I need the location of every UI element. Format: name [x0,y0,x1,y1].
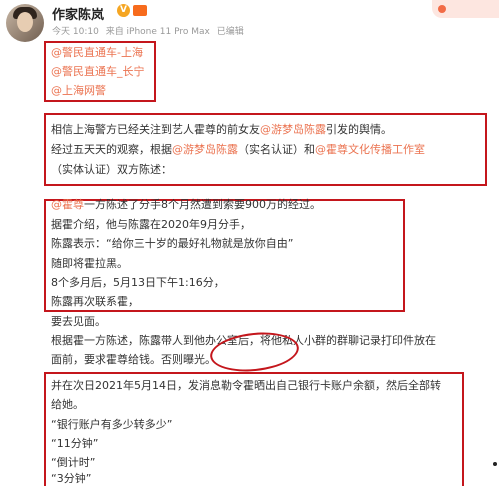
statement-line-4: 随即将霍拉黑。 [51,257,128,270]
demand-line-1: 并在次日2021年5月14日，发消息勒令霍晒出自己银行卡账户余额，然后全部转 [51,379,441,392]
level-badge-icon [133,5,147,16]
demand-line-3: “银行账户有多少转多少” [51,418,173,431]
verified-badge-icon: V [117,4,130,17]
demand-line-6: “3分钟” [51,472,92,485]
demand-line-5: “倒计时” [51,456,96,469]
intro-line-2: 经过五天天的观察，根据@游梦岛陈露（实名认证）和@霍尊文化传播工作室 [51,142,425,157]
statement-line-9: 面前，要求霍尊给钱。否则曝光。 [51,353,216,366]
intro-text-3: （实名认证）和 [238,143,315,156]
intro-line-1: 相信上海警方已经关注到艺人霍尊的前女友@游梦岛陈露引发的舆情。 [51,122,392,137]
statement-line-1: @霍尊一方陈述了分手8个月然遭到索要900万的经过。 [51,197,321,212]
demand-line-2: 给她。 [51,398,84,411]
post-meta: 今天 10:10 来自 iPhone 11 Pro Max 已编辑 [52,24,248,37]
intro-text-2: 经过五天天的观察，根据 [51,143,172,156]
intro-text: 相信上海警方已经关注到艺人霍尊的前女友 [51,123,260,136]
intro-line-3: （实体认证）双方陈述： [51,163,172,176]
mention-link-1[interactable]: @警民直通车-上海 [51,45,143,60]
statement-line-2: 据霍介绍，他与陈露在2020年9月分手， [51,218,251,231]
username[interactable]: 作家陈岚 [52,4,104,23]
edited-label[interactable]: 已编辑 [217,27,244,37]
statement-text: 一方陈述了分手8个月然遭到索要900万的经过。 [84,198,321,211]
scroll-indicator [493,462,497,466]
mention-huozun-studio[interactable]: @霍尊文化传播工作室 [315,143,425,156]
mention-link-2[interactable]: @警民直通车_长宁 [51,64,145,79]
avatar-face [17,12,33,32]
post-source: 来自 iPhone 11 Pro Max [105,27,210,37]
demand-line-4: “11分钟” [51,437,99,450]
statement-line-6: 陈露再次联系霍， [51,295,139,308]
avatar[interactable] [6,4,44,42]
mention-chenlu[interactable]: @游梦岛陈露 [260,123,326,136]
post-time: 今天 10:10 [52,27,99,37]
statement-line-3: 陈露表示：“给你三十岁的最好礼物就是放你自由” [51,237,294,250]
mention-huozun[interactable]: @霍尊 [51,198,84,211]
intro-text-end: 引发的舆情。 [326,123,392,136]
follow-button[interactable] [432,0,499,18]
mention-chenlu-2[interactable]: @游梦岛陈露 [172,143,238,156]
statement-line-5: 8个多月后，5月13日下午1:16分， [51,276,225,289]
mention-link-3[interactable]: @上海网警 [51,83,106,98]
follow-icon [438,5,446,13]
statement-line-7: 要去见面。 [51,315,106,328]
